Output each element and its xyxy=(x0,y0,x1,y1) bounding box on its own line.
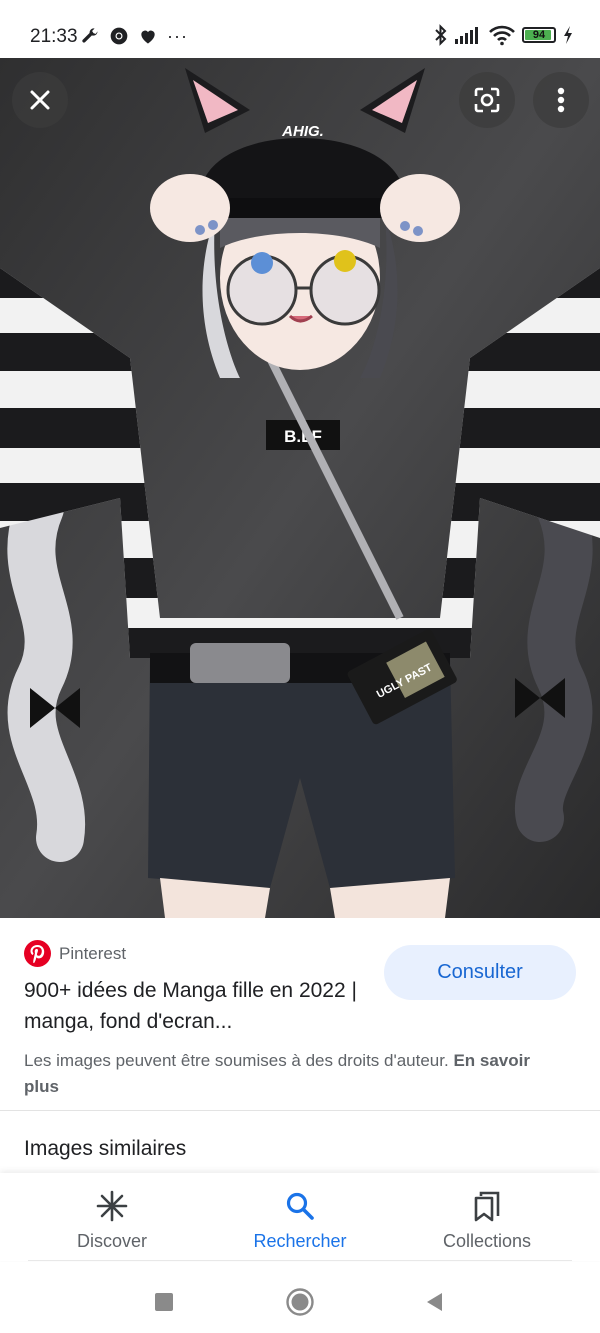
status-right-icons: 94 xyxy=(434,24,574,46)
similar-images-heading: Images similaires xyxy=(24,1137,187,1160)
pinterest-logo xyxy=(24,940,51,967)
battery-indicator: 94 xyxy=(522,27,556,43)
pinterest-p-icon xyxy=(30,944,45,963)
wrench-icon xyxy=(82,28,98,43)
home-circle-icon xyxy=(286,1288,314,1316)
status-bar: 21:33 ··· 94 xyxy=(0,0,600,58)
nav-collections[interactable]: Collections xyxy=(397,1173,577,1261)
nav-separator xyxy=(28,1260,572,1261)
image-preview[interactable]: B.LF UGLY PAST AHIG. xyxy=(0,58,600,918)
heart-icon xyxy=(141,30,155,44)
bluetooth-icon xyxy=(435,24,447,46)
more-options-button[interactable] xyxy=(533,72,589,128)
close-icon xyxy=(30,90,50,110)
wifi-icon xyxy=(489,25,515,46)
nav-collections-label: Collections xyxy=(442,1231,532,1251)
result-title[interactable]: 900+ idées de Manga fille en 2022 | mang… xyxy=(24,975,364,1037)
lens-button[interactable] xyxy=(459,72,515,128)
recents-square-icon xyxy=(155,1293,173,1311)
nav-search-label: Rechercher xyxy=(253,1231,347,1251)
battery-level: 94 xyxy=(532,29,546,41)
anime-illustration: B.LF UGLY PAST AHIG. xyxy=(0,58,600,918)
status-time: 21:33 xyxy=(30,26,78,47)
system-navigation xyxy=(0,1262,600,1333)
visit-button[interactable]: Consulter xyxy=(384,945,576,1000)
charging-icon xyxy=(564,26,572,44)
copyright-text: Les images peuvent être soumises à des d… xyxy=(24,1051,454,1070)
source-name: Pinterest xyxy=(59,943,127,963)
chrome-icon xyxy=(110,27,128,45)
home-button[interactable] xyxy=(280,1282,320,1322)
signal-icon xyxy=(455,27,478,44)
nav-discover-label: Discover xyxy=(76,1231,147,1251)
asterisk-icon xyxy=(95,1189,129,1223)
status-left-icons: ··· xyxy=(80,24,188,48)
source-row[interactable]: Pinterest xyxy=(24,940,126,967)
search-icon xyxy=(283,1189,317,1223)
cap-text: AHIG. xyxy=(281,123,324,140)
back-button[interactable] xyxy=(414,1282,454,1322)
bottom-navigation: Discover Rechercher Collections xyxy=(0,1173,600,1261)
nav-discover[interactable]: Discover xyxy=(22,1173,202,1261)
divider xyxy=(0,1110,600,1111)
recents-button[interactable] xyxy=(144,1282,184,1322)
copyright-notice: Les images peuvent être soumises à des d… xyxy=(24,1048,569,1100)
nav-search[interactable]: Rechercher xyxy=(210,1173,390,1261)
bookmarks-icon xyxy=(470,1189,504,1223)
google-lens-icon xyxy=(474,87,500,113)
back-triangle-icon xyxy=(427,1293,442,1311)
more-notifications-icon: ··· xyxy=(167,26,188,46)
close-button[interactable] xyxy=(12,72,68,128)
more-vert-icon xyxy=(557,87,565,113)
